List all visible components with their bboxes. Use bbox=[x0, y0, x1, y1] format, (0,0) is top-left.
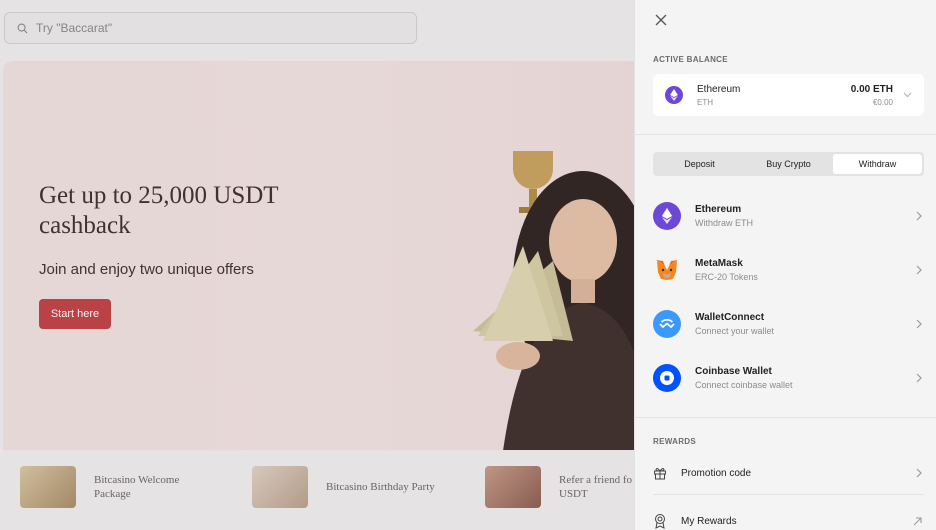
method-metamask[interactable]: MetaMask ERC-20 Tokens bbox=[653, 250, 924, 290]
my-rewards-label: My Rewards bbox=[681, 515, 737, 527]
method-coinbase-wallet[interactable]: Coinbase Wallet Connect coinbase wallet bbox=[653, 358, 924, 398]
chevron-right-icon bbox=[916, 373, 922, 383]
gift-icon bbox=[654, 468, 666, 480]
chevron-right-icon bbox=[916, 211, 922, 221]
arrow-up-right-icon bbox=[913, 516, 922, 525]
balance-selector[interactable]: Ethereum ETH 0.00 ETH €0.00 bbox=[653, 74, 924, 116]
rewards-label: REWARDS bbox=[653, 437, 696, 446]
promotion-code-label: Promotion code bbox=[681, 467, 752, 479]
method-name: WalletConnect bbox=[695, 312, 765, 323]
balance-amount: 0.00 ETH bbox=[850, 83, 893, 95]
coinbase-icon bbox=[653, 364, 681, 392]
method-name: MetaMask bbox=[695, 258, 743, 269]
method-subtitle: ERC-20 Tokens bbox=[695, 272, 758, 282]
promotion-code-row[interactable]: Promotion code bbox=[653, 458, 924, 488]
walletconnect-icon bbox=[653, 310, 681, 338]
ethereum-icon bbox=[653, 202, 681, 230]
method-ethereum[interactable]: Ethereum Withdraw ETH bbox=[653, 196, 924, 236]
modal-overlay[interactable] bbox=[0, 0, 634, 530]
chevron-right-icon bbox=[916, 265, 922, 275]
divider bbox=[635, 417, 936, 418]
chevron-down-icon[interactable] bbox=[903, 92, 912, 98]
active-balance-label: ACTIVE BALANCE bbox=[653, 55, 728, 64]
badge-icon bbox=[655, 514, 665, 529]
wallet-drawer: ACTIVE BALANCE Ethereum ETH 0.00 ETH €0.… bbox=[634, 0, 936, 530]
method-subtitle: Connect coinbase wallet bbox=[695, 380, 793, 390]
balance-currency-symbol: ETH bbox=[697, 97, 713, 107]
chevron-right-icon bbox=[916, 468, 922, 478]
method-name: Coinbase Wallet bbox=[695, 366, 772, 377]
divider bbox=[653, 494, 924, 495]
my-rewards-row[interactable]: My Rewards bbox=[653, 506, 924, 530]
wallet-tabs: Deposit Buy Crypto Withdraw bbox=[653, 152, 924, 176]
chevron-right-icon bbox=[916, 319, 922, 329]
method-name: Ethereum bbox=[695, 204, 742, 215]
balance-currency-name: Ethereum bbox=[697, 83, 741, 95]
method-subtitle: Withdraw ETH bbox=[695, 218, 754, 228]
metamask-icon bbox=[653, 256, 681, 284]
ethereum-icon bbox=[665, 86, 683, 104]
divider bbox=[635, 134, 936, 135]
tab-buy-crypto[interactable]: Buy Crypto bbox=[744, 154, 833, 174]
method-walletconnect[interactable]: WalletConnect Connect your wallet bbox=[653, 304, 924, 344]
tab-withdraw[interactable]: Withdraw bbox=[833, 154, 922, 174]
method-subtitle: Connect your wallet bbox=[695, 326, 775, 336]
balance-fiat: €0.00 bbox=[872, 97, 893, 107]
close-icon[interactable] bbox=[653, 12, 669, 28]
tab-deposit[interactable]: Deposit bbox=[655, 154, 744, 174]
